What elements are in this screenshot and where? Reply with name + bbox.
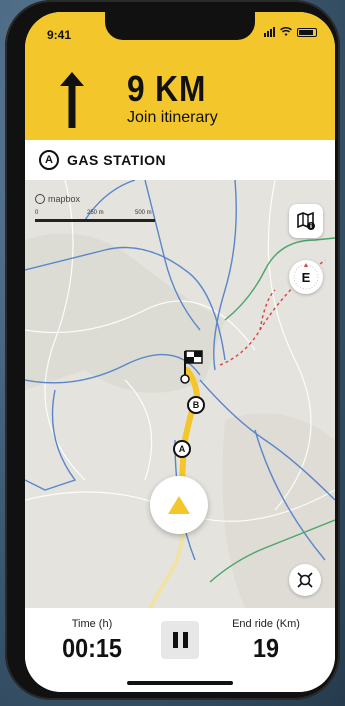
mapbox-logo-icon xyxy=(35,194,45,204)
waypoint-b[interactable]: B xyxy=(187,396,205,414)
phone-frame: 9:41 9 KM Join itinerary A GAS STATION m… xyxy=(5,0,340,700)
turn-distance: 9 KM xyxy=(127,68,207,109)
home-indicator[interactable] xyxy=(127,681,233,685)
device-notch xyxy=(105,12,255,40)
waypoint-a[interactable]: A xyxy=(173,440,191,458)
pause-icon xyxy=(172,632,178,648)
pause-button[interactable] xyxy=(161,621,199,659)
poi-label: GAS STATION xyxy=(67,152,167,168)
end-ride-value: 19 xyxy=(252,633,280,663)
poi-badge: A xyxy=(39,150,59,170)
navigation-arrow-icon xyxy=(168,496,190,514)
end-ride-label: End ride (Km) xyxy=(232,618,300,630)
app-screen: 9:41 9 KM Join itinerary A GAS STATION m… xyxy=(25,12,335,692)
map-info-button[interactable] xyxy=(289,204,323,238)
signal-icon xyxy=(264,27,275,37)
status-time: 9:41 xyxy=(47,28,72,42)
map-canvas xyxy=(25,180,335,608)
time-stat: Time (h) 00:15 xyxy=(47,618,137,664)
time-value: 00:15 xyxy=(62,633,122,663)
recenter-icon xyxy=(297,572,313,588)
navigation-marker xyxy=(150,476,208,534)
compass-button[interactable]: E xyxy=(289,260,323,294)
recenter-button[interactable] xyxy=(289,564,321,596)
poi-banner[interactable]: A GAS STATION xyxy=(25,140,335,181)
ride-stats-bar: Time (h) 00:15 End ride (Km) 19 xyxy=(25,608,335,692)
end-ride-stat: End ride (Km) 19 xyxy=(221,618,311,664)
battery-icon xyxy=(297,27,317,37)
map-view[interactable]: mapbox 0 250 m 500 m E B A xyxy=(25,180,335,608)
turn-instruction: Join itinerary xyxy=(127,109,218,126)
time-label: Time (h) xyxy=(71,618,113,630)
map-info-icon xyxy=(297,211,315,230)
wifi-icon xyxy=(280,27,292,36)
straight-arrow-icon xyxy=(60,72,84,128)
finish-flag-icon xyxy=(180,350,203,384)
mapbox-attribution: mapbox xyxy=(35,194,80,204)
map-scale: 0 250 m 500 m xyxy=(35,210,155,222)
status-icons xyxy=(264,27,317,37)
